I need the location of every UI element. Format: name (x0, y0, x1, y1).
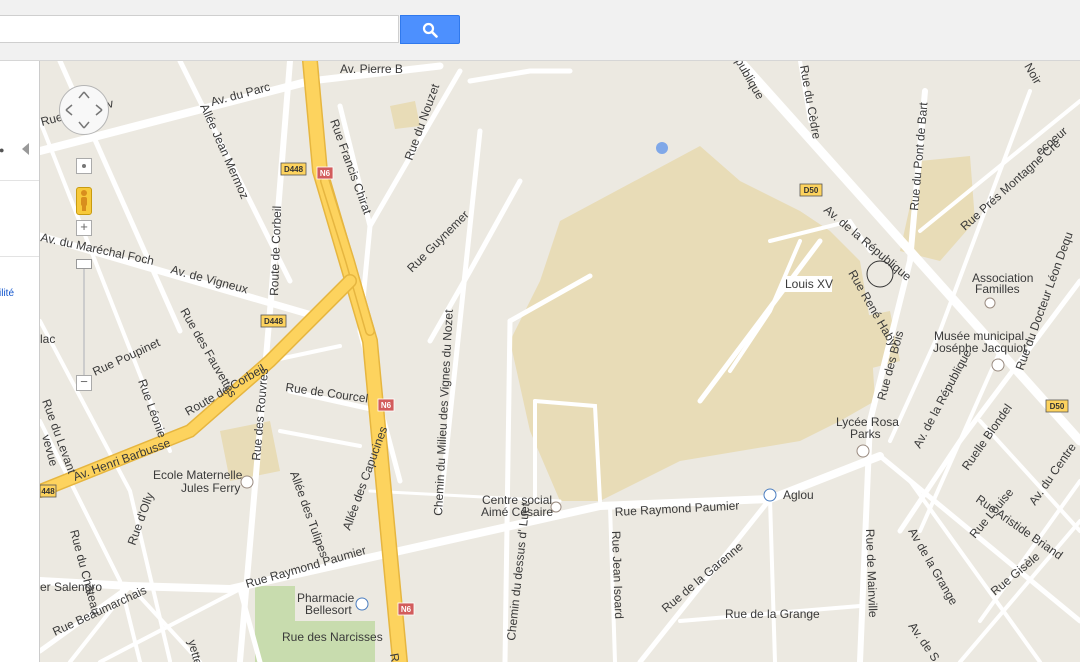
street-label: Rue des Narcisses (282, 630, 383, 644)
poi-label: Ecole Maternelle (153, 468, 243, 482)
school-icon[interactable] (856, 444, 870, 458)
street-label: lac (40, 332, 55, 346)
shield-label: N6 (401, 605, 412, 614)
zoom-slider-handle[interactable] (76, 259, 92, 269)
street-label: er Salengro (40, 580, 102, 594)
panel-divider (0, 180, 39, 181)
panel-link[interactable]: ilité (0, 288, 14, 299)
poi-label: Bellesort (305, 603, 352, 617)
panel-divider (0, 256, 39, 257)
map-canvas[interactable]: D448 N6 D50 D448 N6 D50 448 N6 Av. Pierr… (40, 61, 1080, 662)
museum-icon[interactable] (991, 358, 1005, 372)
zoom-track[interactable] (83, 265, 85, 385)
top-bar (0, 0, 1080, 61)
panel-dot-icon: ● (0, 145, 5, 155)
shopping-cart-icon[interactable] (763, 488, 777, 502)
zoom-in-button[interactable]: + (76, 220, 92, 236)
search-input[interactable] (0, 15, 399, 43)
poi-label: Aglou (783, 488, 814, 502)
green-area (255, 586, 295, 662)
left-panel: ● ilité (0, 61, 40, 662)
shield-label: D50 (1050, 402, 1065, 411)
shield-label: N6 (320, 169, 331, 178)
poi-label: Jules Ferry (181, 481, 240, 495)
map-svg[interactable]: D448 N6 D50 D448 N6 D50 448 N6 Av. Pierr… (40, 61, 1080, 662)
street-label: Av. Pierre B (340, 62, 403, 76)
school-icon[interactable] (240, 475, 254, 489)
pegman-figure-icon (81, 190, 87, 211)
street-label: R (387, 652, 402, 662)
search-icon (422, 22, 438, 38)
pan-control[interactable] (59, 85, 109, 135)
shield-label: D448 (264, 317, 284, 326)
street-label: Rue de la Grange (725, 607, 820, 621)
poi-label: Parks (850, 427, 881, 441)
poi-label: Familles (975, 282, 1020, 296)
shield-label: N6 (381, 401, 392, 410)
search-button[interactable] (400, 15, 460, 44)
poi-dot-icon[interactable] (984, 297, 996, 309)
location-button[interactable] (76, 158, 92, 174)
pan-arrows-icon (65, 91, 103, 129)
shield-label: D448 (284, 165, 304, 174)
shield-label: D50 (804, 186, 819, 195)
location-icon (82, 164, 86, 168)
pegman-icon[interactable] (76, 187, 92, 215)
shield-label: 448 (41, 487, 55, 496)
chevron-left-icon[interactable] (22, 143, 30, 155)
pharmacy-icon[interactable] (355, 597, 369, 611)
zoom-out-button[interactable]: − (76, 375, 92, 391)
poi-label: Joséphe Jacquiot (933, 341, 1027, 355)
map-marker[interactable] (656, 142, 668, 154)
poi-label: Louis XV (785, 277, 833, 291)
poi-label: Aimé Césaire (481, 505, 553, 519)
